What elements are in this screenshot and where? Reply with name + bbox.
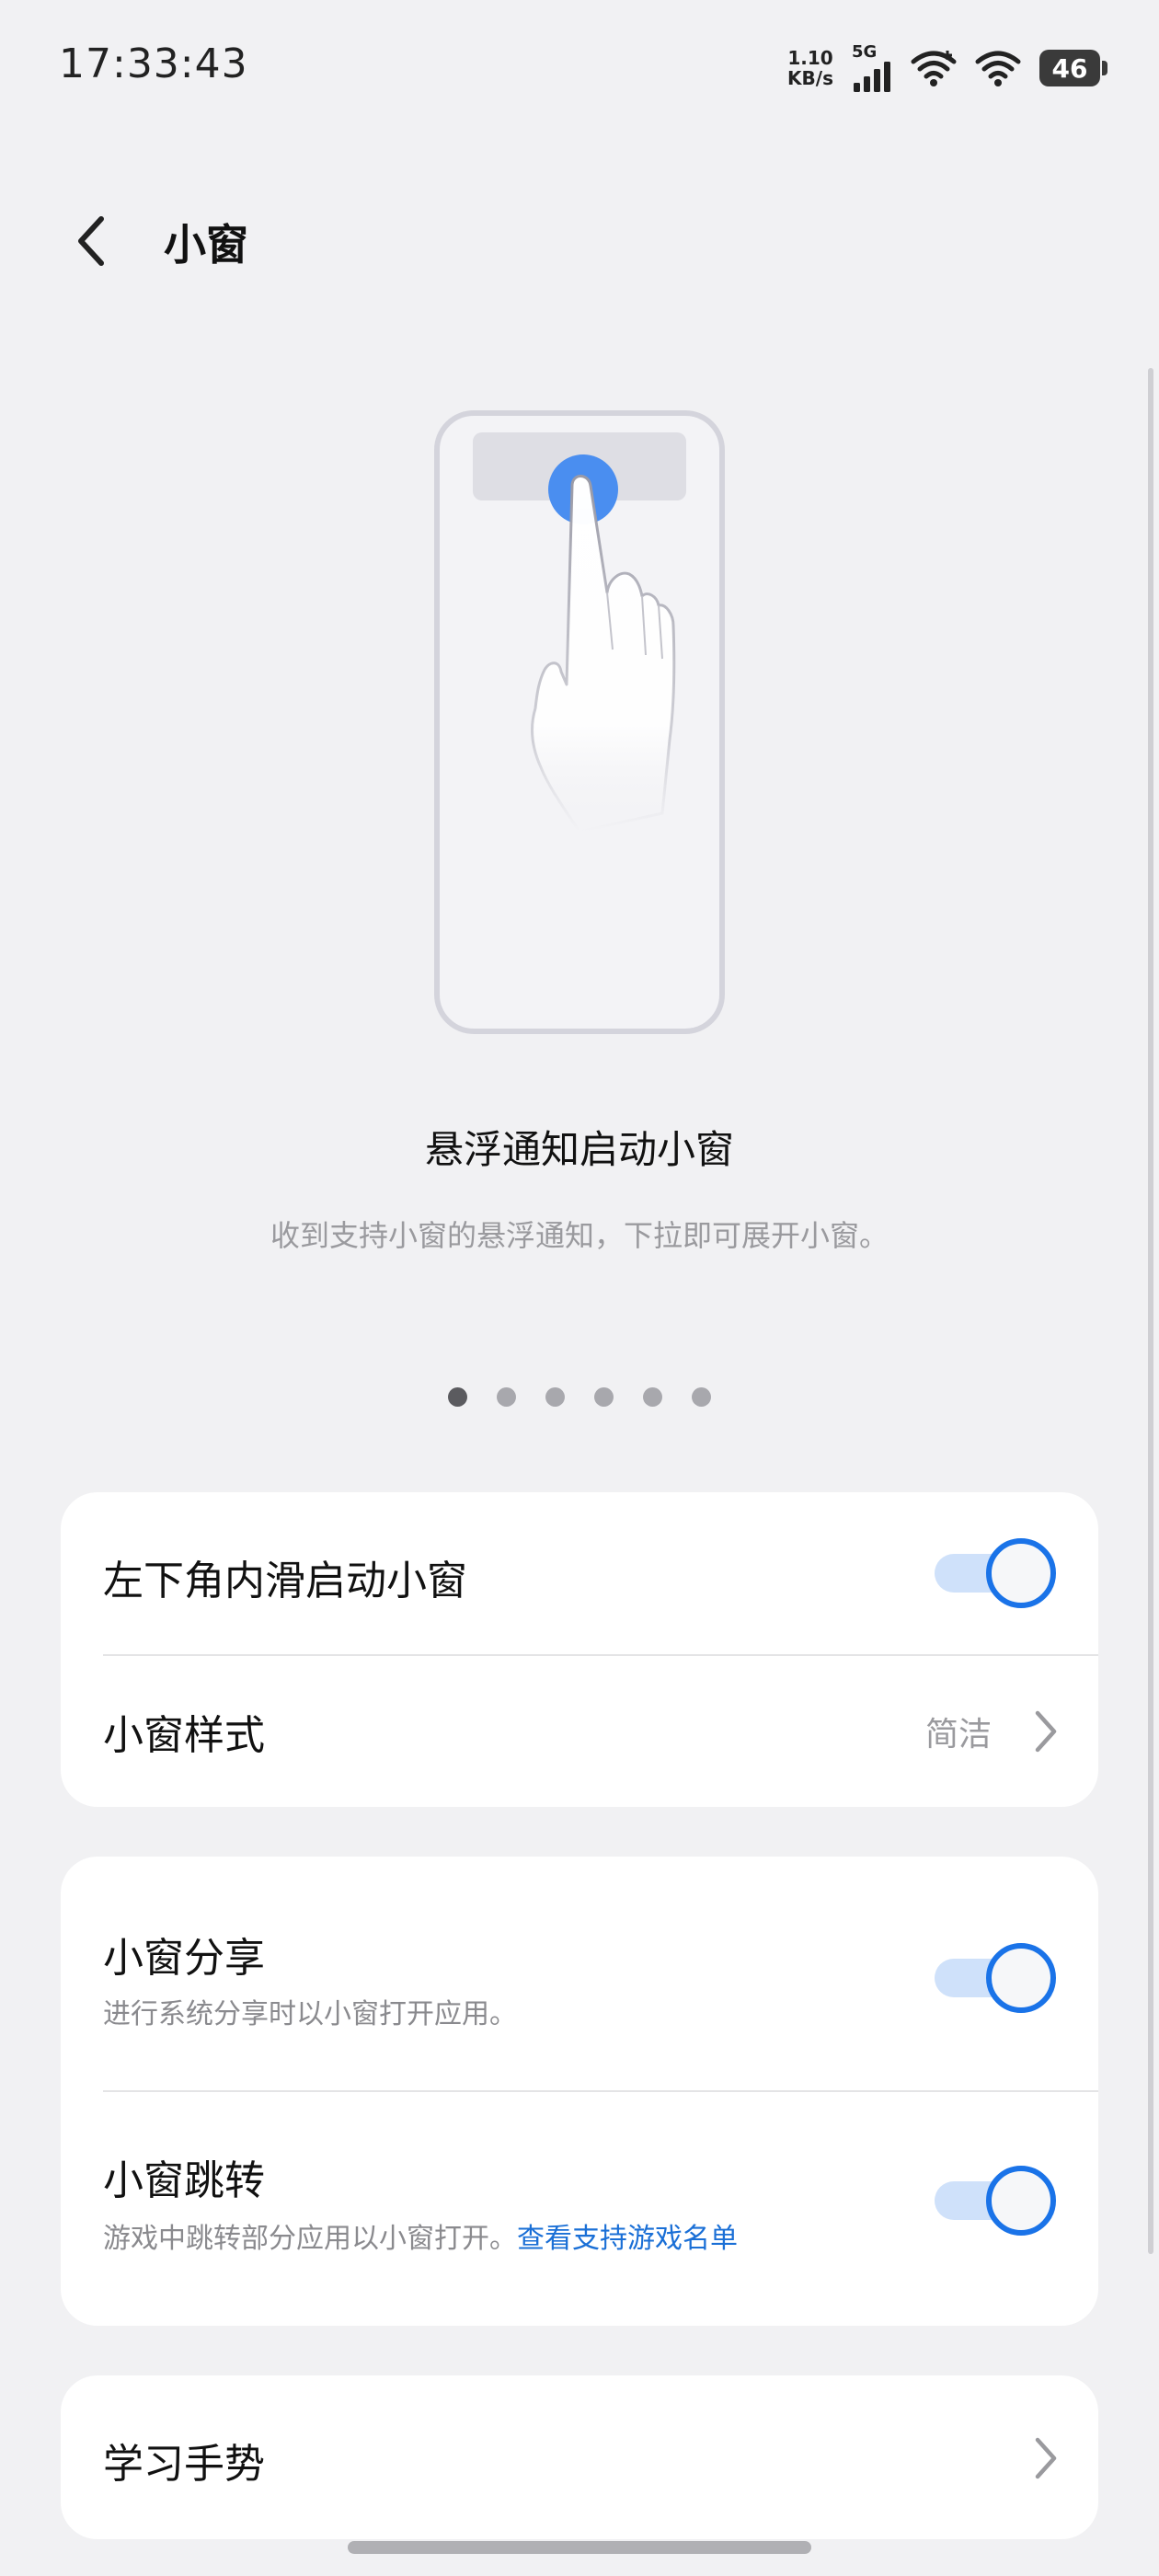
- setting-jump-description-text: 游戏中跳转部分应用以小窗打开。: [103, 2223, 517, 2255]
- setting-window-style-label: 小窗样式: [103, 1712, 265, 1759]
- setting-jump[interactable]: 小窗跳转 游戏中跳转部分应用以小窗打开。查看支持游戏名单: [61, 2092, 1098, 2326]
- signal-type-label: 5G: [852, 42, 878, 62]
- battery-icon: 46: [1039, 50, 1107, 86]
- settings-card-behavior: 小窗分享 进行系统分享时以小窗打开应用。 小窗跳转 游戏中跳转部分应用以小窗打开…: [61, 1857, 1098, 2326]
- feature-title: 悬浮通知启动小窗: [424, 1127, 734, 1172]
- network-speed: 1.10 KB/s: [787, 48, 833, 88]
- setting-corner-swipe[interactable]: 左下角内滑启动小窗: [61, 1492, 1098, 1654]
- page-indicator[interactable]: [0, 1387, 1159, 1407]
- setting-window-style[interactable]: 小窗样式 简洁: [61, 1656, 1098, 1807]
- battery-level: 46: [1051, 52, 1088, 84]
- toggle-knob: [986, 1943, 1056, 2013]
- signal-bars-icon: [854, 62, 890, 92]
- network-speed-unit: KB/s: [787, 67, 833, 89]
- chevron-right-icon: [1035, 2437, 1057, 2479]
- setting-window-style-value: 简洁: [925, 1716, 993, 1754]
- setting-learn-gesture[interactable]: 学习手势: [61, 2375, 1098, 2539]
- settings-card-learn: 学习手势: [61, 2375, 1098, 2539]
- chevron-left-icon: [78, 216, 104, 266]
- setting-jump-label: 小窗跳转: [103, 2157, 265, 2204]
- setting-share-label: 小窗分享: [103, 1935, 265, 1982]
- toggle-knob: [986, 2166, 1056, 2236]
- settings-card-general: 左下角内滑启动小窗 小窗样式 简洁: [61, 1492, 1098, 1807]
- cellular-signal: 5G: [852, 44, 892, 92]
- jump-toggle[interactable]: [935, 2166, 1056, 2236]
- corner-swipe-toggle[interactable]: [935, 1538, 1056, 1608]
- supported-games-link[interactable]: 查看支持游戏名单: [517, 2223, 738, 2255]
- setting-share[interactable]: 小窗分享 进行系统分享时以小窗打开应用。: [61, 1857, 1098, 2090]
- page-dot-2[interactable]: [497, 1387, 516, 1407]
- setting-jump-description: 游戏中跳转部分应用以小窗打开。查看支持游戏名单: [103, 2215, 738, 2256]
- wifi-secondary-icon: [975, 51, 1021, 86]
- page-dot-5[interactable]: [643, 1387, 662, 1407]
- battery-cap: [1102, 61, 1107, 75]
- setting-corner-swipe-label: 左下角内滑启动小窗: [103, 1558, 467, 1604]
- back-button[interactable]: [55, 206, 125, 276]
- home-indicator[interactable]: [348, 2541, 811, 2554]
- share-toggle[interactable]: [935, 1943, 1056, 2013]
- scrollbar[interactable]: [1148, 368, 1153, 2254]
- status-time: 17:33:43: [59, 40, 248, 87]
- phone-gesture-illustration: [434, 410, 725, 1034]
- toggle-knob: [986, 1538, 1056, 1608]
- chevron-right-icon: [1035, 1710, 1057, 1753]
- page-dot-4[interactable]: [594, 1387, 614, 1407]
- page-dot-1[interactable]: [448, 1387, 467, 1407]
- setting-share-description: 进行系统分享时以小窗打开应用。: [103, 1998, 517, 2030]
- feature-description: 收到支持小窗的悬浮通知，下拉即可展开小窗。: [270, 1218, 889, 1253]
- status-bar: 17:33:43 1.10 KB/s 5G 46: [0, 0, 1159, 138]
- page-dot-3[interactable]: [545, 1387, 565, 1407]
- page-dot-6[interactable]: [692, 1387, 711, 1407]
- status-icons: 1.10 KB/s 5G 46: [787, 40, 1107, 96]
- setting-learn-gesture-label: 学习手势: [103, 2441, 265, 2488]
- network-speed-value: 1.10: [787, 47, 833, 69]
- header: 小窗: [0, 193, 1159, 285]
- wifi-icon: [911, 51, 957, 86]
- page-title: 小窗: [164, 220, 248, 270]
